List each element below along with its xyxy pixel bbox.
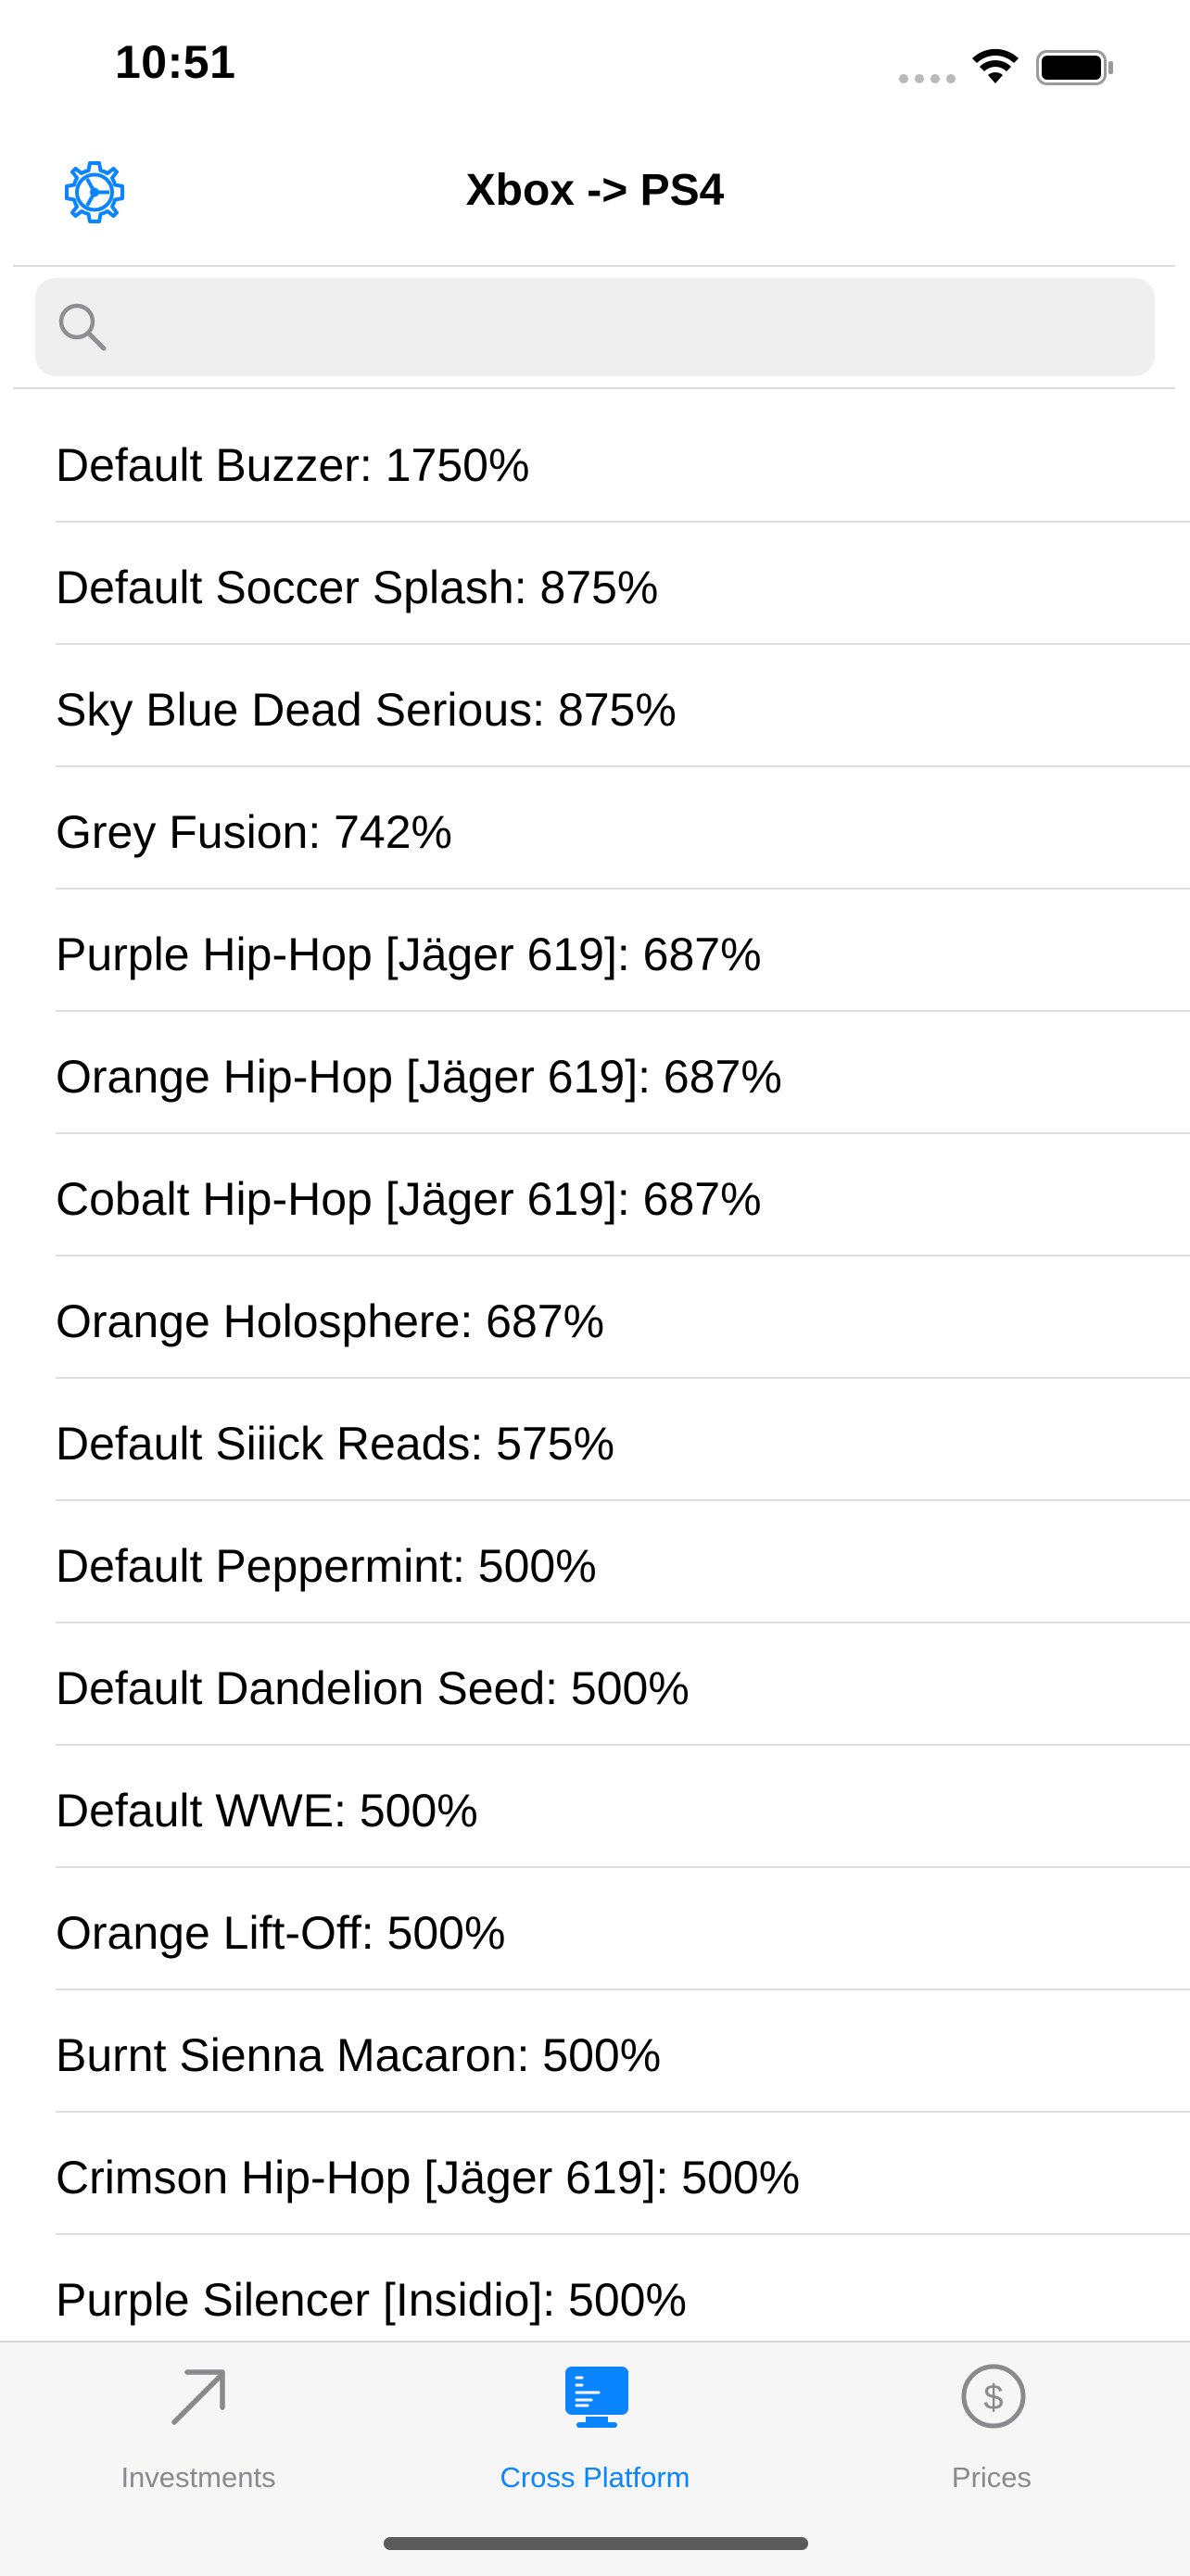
list-item-label: Burnt Sienna Macaron: 500% — [56, 2029, 662, 2081]
list-item-label: Grey Fusion: 742% — [56, 806, 452, 858]
status-time: 10:51 — [115, 36, 236, 88]
list-item[interactable]: Burnt Sienna Macaron: 500% — [0, 1990, 1190, 2113]
list-item[interactable]: Default Buzzer: 1750% — [0, 400, 1190, 523]
status-bar: 10:51 — [0, 0, 1190, 130]
desktop-computer-icon — [565, 2367, 628, 2428]
list-item-label: Default Soccer Splash: 875% — [56, 562, 659, 613]
tab-investments[interactable]: Investments — [0, 2342, 397, 2528]
item-list: Default Buzzer: 1750% Default Soccer Spl… — [0, 400, 1190, 2341]
tab-label: Prices — [951, 2461, 1032, 2494]
list-item[interactable]: Crimson Hip-Hop [Jäger 619]: 500% — [0, 2113, 1190, 2235]
list-item[interactable]: Purple Silencer [Insidio]: 500% — [0, 2235, 1190, 2341]
page-title: Xbox -> PS4 — [465, 166, 725, 215]
search-input[interactable] — [128, 278, 1133, 378]
list-item-label: Orange Lift-Off: 500% — [56, 1907, 506, 1959]
list-item[interactable]: Purple Hip-Hop [Jäger 619]: 687% — [0, 890, 1190, 1012]
list-item[interactable]: Default Soccer Splash: 875% — [0, 523, 1190, 645]
svg-text:$: $ — [983, 2379, 1003, 2418]
list-item-label: Default Dandelion Seed: 500% — [56, 1662, 690, 1714]
list-item-label: Orange Hip-Hop [Jäger 619]: 687% — [56, 1051, 782, 1103]
list-item-label: Crimson Hip-Hop [Jäger 619]: 500% — [56, 2152, 801, 2203]
divider — [13, 265, 1175, 267]
cellular-signal-icon — [899, 74, 956, 83]
list-item-label: Purple Hip-Hop [Jäger 619]: 687% — [56, 928, 762, 980]
list-item[interactable]: Orange Lift-Off: 500% — [0, 1868, 1190, 1990]
list-item-label: Default Siiick Reads: 575% — [56, 1418, 615, 1470]
list-item[interactable]: Orange Hip-Hop [Jäger 619]: 687% — [0, 1012, 1190, 1134]
battery-icon — [1036, 50, 1113, 85]
list-item[interactable]: Grey Fusion: 742% — [0, 767, 1190, 890]
divider — [13, 387, 1175, 389]
list-item-label: Sky Blue Dead Serious: 875% — [56, 684, 677, 736]
list-item[interactable]: Default WWE: 500% — [0, 1746, 1190, 1868]
list-item[interactable]: Default Dandelion Seed: 500% — [0, 1623, 1190, 1746]
tab-label: Cross Platform — [500, 2461, 690, 2494]
tab-label: Investments — [120, 2461, 276, 2494]
tab-prices[interactable]: $ Prices — [793, 2342, 1190, 2528]
list-item-label: Default Peppermint: 500% — [56, 1540, 597, 1592]
search-icon — [58, 303, 107, 351]
list-item-label: Default Buzzer: 1750% — [56, 439, 530, 491]
search-bar[interactable] — [35, 278, 1155, 378]
dollar-circle-icon: $ — [961, 2364, 1026, 2429]
list-item-label: Orange Holosphere: 687% — [56, 1295, 605, 1347]
arrow-up-right-icon — [171, 2369, 225, 2425]
list-item[interactable]: Orange Holosphere: 687% — [0, 1256, 1190, 1379]
tab-cross-platform[interactable]: Cross Platform — [397, 2342, 793, 2528]
list-item[interactable]: Default Peppermint: 500% — [0, 1501, 1190, 1623]
list-item-label: Default WWE: 500% — [56, 1785, 478, 1837]
wifi-icon — [972, 48, 1019, 83]
list-item-label: Purple Silencer [Insidio]: 500% — [56, 2274, 687, 2326]
home-indicator — [384, 2537, 808, 2550]
list-item[interactable]: Cobalt Hip-Hop [Jäger 619]: 687% — [0, 1134, 1190, 1256]
list-item[interactable]: Sky Blue Dead Serious: 875% — [0, 645, 1190, 767]
list-item[interactable]: Default Siiick Reads: 575% — [0, 1379, 1190, 1501]
list-item-label: Cobalt Hip-Hop [Jäger 619]: 687% — [56, 1173, 762, 1225]
navigation-bar: Xbox -> PS4 — [0, 130, 1190, 267]
